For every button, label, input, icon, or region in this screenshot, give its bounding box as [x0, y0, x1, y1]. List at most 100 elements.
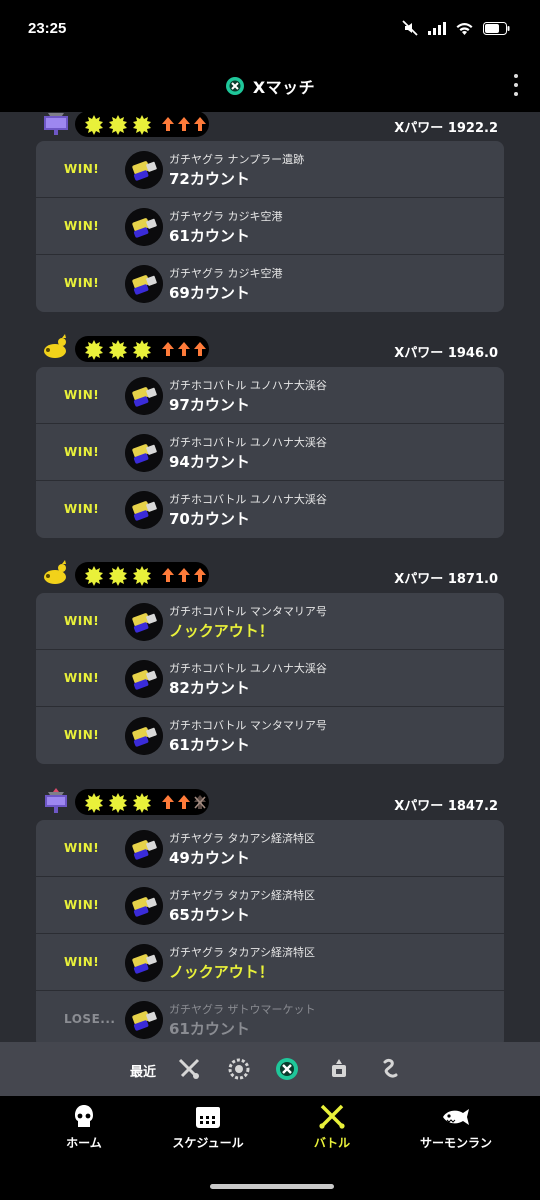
- up-arrow-icon: [194, 117, 206, 131]
- schedule-icon: [196, 1107, 220, 1128]
- group-header: Xパワー 1922.2: [0, 112, 540, 141]
- result-label: WIN!: [64, 162, 100, 176]
- battle-row[interactable]: WIN! ガチホコバトル マンタマリア号 61カウント: [36, 707, 504, 764]
- battle-row[interactable]: WIN! ガチホコバトル ユノハナ大渓谷 97カウント: [36, 367, 504, 424]
- battle-row[interactable]: WIN! ガチホコバトル ユノハナ大渓谷 82カウント: [36, 650, 504, 707]
- win-splat-icon: [109, 793, 127, 813]
- nav-label: ホーム: [66, 1136, 102, 1150]
- battle-filter-bar: 最近: [0, 1042, 540, 1096]
- weapon-icon: [125, 377, 163, 415]
- nav-salmon-run[interactable]: サーモンラン: [396, 1104, 516, 1151]
- group-header: Xパワー 1946.0: [0, 332, 540, 366]
- stage-name: ガチホコバトル ユノハナ大渓谷: [169, 379, 327, 392]
- home-squid-icon: [75, 1105, 93, 1127]
- result-label: WIN!: [64, 502, 100, 516]
- win-splat-icon: [109, 566, 127, 586]
- win-splat-icon: [85, 793, 103, 813]
- match-group: Xパワー 1922.2 WIN! ガチヤグラ ナンプラー遺跡 72カウント WI…: [0, 112, 540, 312]
- lost-arrow-icon: [194, 795, 206, 809]
- x-match-icon: [225, 77, 244, 95]
- score-text: 61カウント: [169, 736, 250, 754]
- stage-name: ガチヤグラ ザトウマーケット: [169, 1003, 316, 1016]
- score-text: 65カウント: [169, 906, 250, 924]
- battle-row[interactable]: WIN! ガチホコバトル マンタマリア号 ノックアウト！: [36, 593, 504, 650]
- stage-name: ガチヤグラ タカアシ経済特区: [169, 832, 316, 845]
- stage-name: ガチホコバトル マンタマリア号: [169, 719, 327, 732]
- match-group: Xパワー 1946.0 WIN! ガチホコバトル ユノハナ大渓谷 97カウント …: [0, 332, 540, 538]
- match-card: WIN! ガチホコバトル マンタマリア号 ノックアウト！ WIN! ガチホコバト…: [36, 593, 504, 764]
- score-text: 72カウント: [169, 170, 250, 188]
- score-text: 70カウント: [169, 510, 250, 528]
- stage-name: ガチヤグラ カジキ空港: [169, 267, 283, 280]
- nav-label: サーモンラン: [419, 1136, 492, 1150]
- weapon-icon: [125, 830, 163, 868]
- match-card: WIN! ガチヤグラ ナンプラー遺跡 72カウント WIN! ガチヤグラ カジキ…: [36, 141, 504, 312]
- battle-row[interactable]: WIN! ガチヤグラ カジキ空港 69カウント: [36, 255, 504, 312]
- battle-row[interactable]: WIN! ガチホコバトル ユノハナ大渓谷 70カウント: [36, 481, 504, 538]
- win-splat-icon: [133, 566, 151, 586]
- up-arrow-icon: [162, 568, 174, 582]
- up-arrow-icon: [178, 795, 190, 809]
- stage-name: ガチヤグラ カジキ空港: [169, 210, 283, 223]
- stage-name: ガチヤグラ ナンプラー遺跡: [169, 153, 305, 166]
- battle-icon: [319, 1104, 345, 1129]
- result-label: WIN!: [64, 388, 100, 402]
- result-label: WIN!: [64, 276, 100, 290]
- result-label: WIN!: [64, 841, 100, 855]
- battle-row[interactable]: WIN! ガチホコバトル ユノハナ大渓谷 94カウント: [36, 424, 504, 481]
- nav-schedule[interactable]: スケジュール: [148, 1104, 268, 1151]
- x-battle-icon[interactable]: [274, 1056, 300, 1082]
- win-splat-icon: [133, 793, 151, 813]
- more-menu-icon[interactable]: [512, 74, 520, 96]
- result-label: WIN!: [64, 728, 100, 742]
- weapon-icon: [125, 491, 163, 529]
- battle-row[interactable]: LOSE... ガチヤグラ ザトウマーケット 61カウント: [36, 991, 504, 1042]
- result-label: LOSE...: [64, 1012, 116, 1026]
- battle-row[interactable]: WIN! ガチヤグラ タカアシ経済特区 49カウント: [36, 820, 504, 877]
- win-splat-icon: [85, 340, 103, 360]
- result-label: WIN!: [64, 614, 100, 628]
- result-label: WIN!: [64, 445, 100, 459]
- group-header: Xパワー 1871.0: [0, 558, 540, 592]
- event-battle-icon[interactable]: [326, 1056, 352, 1082]
- nav-label: バトル: [313, 1136, 351, 1150]
- result-label: WIN!: [64, 955, 100, 969]
- nav-home[interactable]: ホーム: [24, 1104, 144, 1151]
- regular-battle-icon[interactable]: [176, 1056, 202, 1082]
- battle-row[interactable]: WIN! ガチヤグラ ナンプラー遺跡 72カウント: [36, 141, 504, 198]
- win-splat-icon: [133, 340, 151, 360]
- battle-row[interactable]: WIN! ガチヤグラ タカアシ経済特区 ノックアウト！: [36, 934, 504, 991]
- win-splat-icon: [109, 115, 127, 135]
- score-text: 61カウント: [169, 1020, 250, 1038]
- nav-label: スケジュール: [172, 1136, 244, 1150]
- stage-name: ガチホコバトル ユノハナ大渓谷: [169, 493, 327, 506]
- win-splat-icon: [85, 566, 103, 586]
- signal-icon: [428, 21, 446, 35]
- result-label: WIN!: [64, 671, 100, 685]
- status-time: 23:25: [28, 20, 67, 37]
- nav-battle[interactable]: バトル: [272, 1104, 392, 1151]
- salmon-run-icon: [443, 1109, 469, 1125]
- weapon-icon: [125, 717, 163, 755]
- bankara-battle-icon[interactable]: [226, 1056, 252, 1082]
- weapon-icon: [125, 265, 163, 303]
- win-splat-icon: [109, 340, 127, 360]
- battle-history-list[interactable]: Xパワー 1922.2 WIN! ガチヤグラ ナンプラー遺跡 72カウント WI…: [0, 112, 540, 1042]
- battle-row[interactable]: WIN! ガチヤグラ タカアシ経済特区 65カウント: [36, 877, 504, 934]
- stage-name: ガチホコバトル マンタマリア号: [169, 605, 327, 618]
- battle-row[interactable]: WIN! ガチヤグラ カジキ空港 61カウント: [36, 198, 504, 255]
- record-pill: [75, 562, 209, 588]
- weapon-icon: [125, 887, 163, 925]
- knockout-text: ノックアウト！: [169, 622, 274, 640]
- weapon-icon: [125, 660, 163, 698]
- status-bar: 23:25: [0, 0, 540, 58]
- weapon-icon: [125, 603, 163, 641]
- private-battle-icon[interactable]: [376, 1056, 402, 1082]
- tower-control-icon: [45, 788, 67, 813]
- match-group: Xパワー 1847.2 WIN! ガチヤグラ タカアシ経済特区 49カウント W…: [0, 785, 540, 1042]
- weapon-icon: [125, 1001, 163, 1039]
- weapon-icon: [125, 944, 163, 982]
- group-header: Xパワー 1847.2: [0, 785, 540, 819]
- tower-control-icon: [44, 113, 68, 135]
- stage-name: ガチヤグラ タカアシ経済特区: [169, 946, 316, 959]
